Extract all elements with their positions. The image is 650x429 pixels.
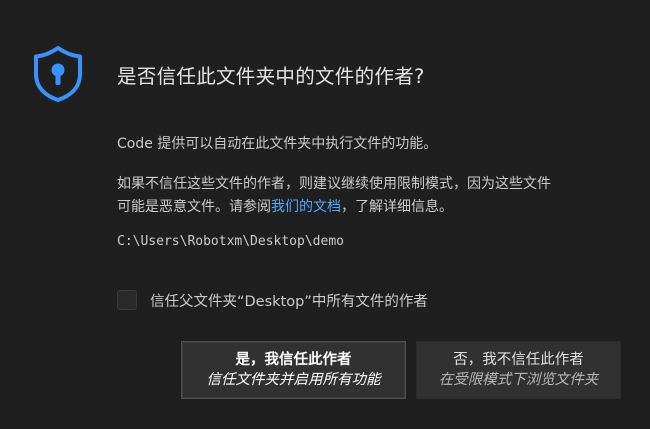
dont-trust-button[interactable]: 否，我不信任此作者 在受限模式下浏览文件夹: [416, 341, 621, 399]
dont-trust-button-label: 否，我不信任此作者: [453, 351, 584, 368]
trust-parent-checkbox-row[interactable]: 信任父文件夹“Desktop”中所有文件的作者: [117, 289, 428, 311]
description-text: 可能是恶意文件。请参阅: [117, 199, 271, 215]
trust-button-label: 是，我信任此作者: [235, 351, 352, 368]
dialog-title: 是否信任此文件夹中的文件的作者?: [117, 65, 425, 88]
trust-parent-checkbox[interactable]: [117, 290, 137, 310]
trust-button[interactable]: 是，我信任此作者 信任文件夹并启用所有功能: [181, 341, 406, 399]
description-paragraph: 如果不信任这些文件的作者，则建议继续使用限制模式，因为这些文件 可能是恶意文件。…: [117, 173, 551, 219]
folder-path: C:\Users\Robotxm\Desktop\demo: [117, 234, 344, 249]
description-text: ，了解详细信息。: [341, 199, 453, 215]
description-line-2: 如果不信任这些文件的作者，则建议继续使用限制模式，因为这些文件: [117, 176, 551, 192]
workspace-trust-dialog: 是否信任此文件夹中的文件的作者? Code 提供可以自动在此文件夹中执行文件的功…: [0, 0, 650, 429]
shield-lock-icon: [34, 46, 82, 102]
trust-parent-label[interactable]: 信任父文件夹“Desktop”中所有文件的作者: [150, 290, 428, 311]
description-line-1: Code 提供可以自动在此文件夹中执行文件的功能。: [117, 136, 438, 152]
description-line-3: 可能是恶意文件。请参阅我们的文档，了解详细信息。: [117, 196, 551, 219]
trust-button-sublabel: 信任文件夹并启用所有功能: [206, 371, 381, 388]
docs-link[interactable]: 我们的文档: [271, 199, 341, 215]
dont-trust-button-sublabel: 在受限模式下浏览文件夹: [438, 371, 599, 388]
